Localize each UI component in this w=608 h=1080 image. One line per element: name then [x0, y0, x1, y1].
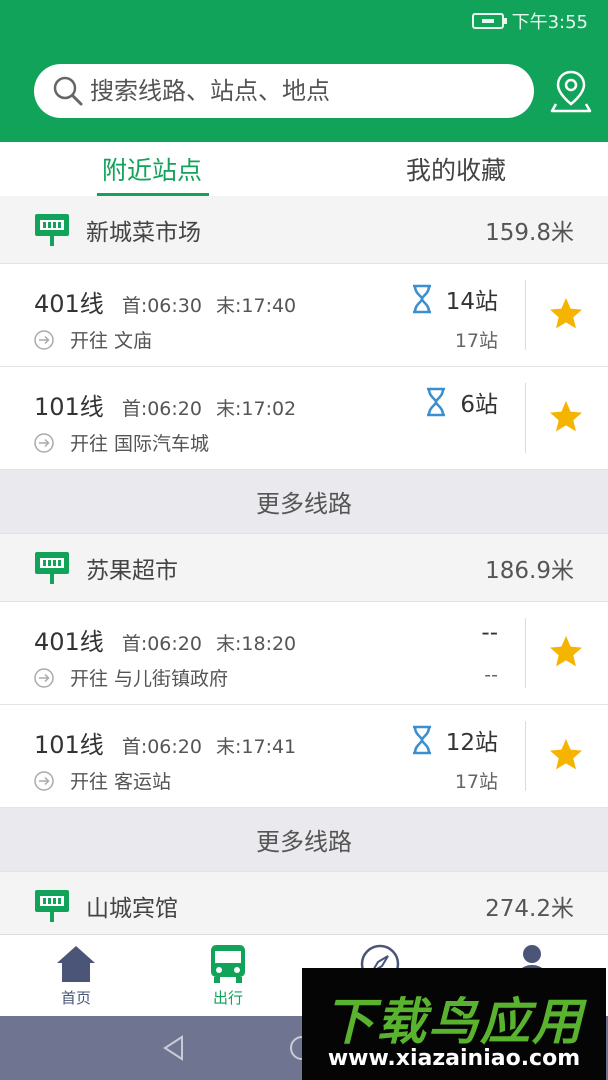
divider	[525, 721, 526, 791]
direction-arrow-icon	[34, 667, 54, 688]
bus-stop-sign-icon	[35, 889, 69, 922]
arrival-stops: 6站	[460, 392, 498, 418]
app-header: 下午3:55	[0, 0, 608, 142]
route-direction: 开往 客运站	[70, 771, 172, 793]
tab-nearby-stops[interactable]: 附近站点	[0, 142, 304, 196]
route-direction: 开往 国际汽车城	[70, 433, 210, 455]
more-routes-button[interactable]: 更多线路	[0, 470, 608, 534]
route-direction: 开往 与儿街镇政府	[70, 668, 229, 690]
first-bus-time: 首:06:20	[121, 633, 202, 655]
arrival-stops: 12站	[445, 730, 498, 756]
stop-name: 山城宾馆	[86, 895, 178, 922]
direction-arrow-icon	[34, 770, 54, 791]
first-bus-time: 首:06:20	[121, 398, 202, 420]
tab-label: 首页	[60, 989, 91, 1007]
arrival-stops: 14站	[445, 289, 498, 315]
hourglass-icon	[427, 387, 446, 417]
arrival-stops: --	[481, 620, 498, 646]
stop-distance: 186.9米	[485, 557, 574, 584]
tab-travel[interactable]: 出行	[152, 935, 304, 1017]
search-icon	[53, 76, 83, 106]
search-input[interactable]	[90, 77, 510, 105]
watermark-url: www.xiazainiao.com	[327, 1046, 581, 1071]
last-bus-time: 末:17:41	[215, 736, 297, 758]
divider	[525, 383, 526, 453]
route-name: 401线	[34, 628, 104, 656]
tab-home[interactable]: 首页	[0, 935, 152, 1017]
search-bar[interactable]	[34, 64, 534, 118]
stop-header[interactable]: 新城菜市场 159.8米	[0, 196, 608, 264]
total-stops: 17站	[454, 771, 498, 793]
total-stops: 17站	[454, 330, 498, 352]
stop-distance: 159.8米	[485, 219, 574, 246]
bus-stop-sign-icon	[35, 213, 69, 246]
route-name: 101线	[34, 393, 104, 421]
bus-stop-sign-icon	[35, 551, 69, 584]
hourglass-icon	[412, 284, 431, 314]
route-row[interactable]: 401线 首:06:20 末:18:20 开往 与儿街镇政府 -- --	[0, 602, 608, 705]
status-time: 下午3:55	[511, 12, 588, 33]
direction-arrow-icon	[34, 432, 54, 453]
tab-label: 出行	[212, 989, 243, 1007]
watermark-title: 下载鸟应用	[324, 993, 584, 1051]
hourglass-icon	[412, 725, 431, 755]
route-name: 401线	[34, 290, 104, 318]
back-triangle-icon[interactable]	[160, 1034, 188, 1062]
route-row[interactable]: 101线 首:06:20 末:17:41 开往 客运站 12站 17站	[0, 705, 608, 808]
divider	[525, 280, 526, 350]
star-favorite-icon[interactable]	[548, 634, 584, 670]
tab-favorites[interactable]: 我的收藏	[304, 142, 608, 196]
star-favorite-icon[interactable]	[548, 296, 584, 332]
last-bus-time: 末:17:40	[215, 295, 297, 317]
last-bus-time: 末:17:02	[215, 398, 297, 420]
stop-name: 新城菜市场	[86, 219, 201, 246]
stop-header[interactable]: 山城宾馆 274.2米	[0, 872, 608, 940]
star-favorite-icon[interactable]	[548, 399, 584, 435]
route-direction: 开往 文庙	[70, 330, 153, 352]
stop-name: 苏果超市	[86, 557, 178, 584]
direction-arrow-icon	[34, 329, 54, 350]
total-stops: --	[484, 664, 498, 686]
more-routes-button[interactable]: 更多线路	[0, 808, 608, 872]
last-bus-time: 末:18:20	[215, 633, 297, 655]
route-name: 101线	[34, 731, 104, 759]
bus-icon	[211, 945, 245, 983]
stops-list: 新城菜市场 159.8米 401线 首:06:30 末:17:40 开往 文庙 …	[0, 196, 608, 940]
status-bar: 下午3:55	[471, 8, 588, 34]
tab-bar-top: 附近站点 我的收藏	[0, 142, 608, 196]
watermark-banner: 下载鸟应用 www.xiazainiao.com	[302, 968, 606, 1080]
star-favorite-icon[interactable]	[548, 737, 584, 773]
home-icon	[57, 946, 95, 982]
location-pin-icon[interactable]	[548, 68, 594, 114]
route-row[interactable]: 101线 首:06:20 末:17:02 开往 国际汽车城 6站	[0, 367, 608, 470]
stop-header[interactable]: 苏果超市 186.9米	[0, 534, 608, 602]
route-row[interactable]: 401线 首:06:30 末:17:40 开往 文庙 14站 17站	[0, 264, 608, 367]
divider	[525, 618, 526, 688]
stop-distance: 274.2米	[485, 895, 574, 922]
battery-icon	[471, 13, 507, 29]
first-bus-time: 首:06:30	[121, 295, 202, 317]
first-bus-time: 首:06:20	[121, 736, 202, 758]
